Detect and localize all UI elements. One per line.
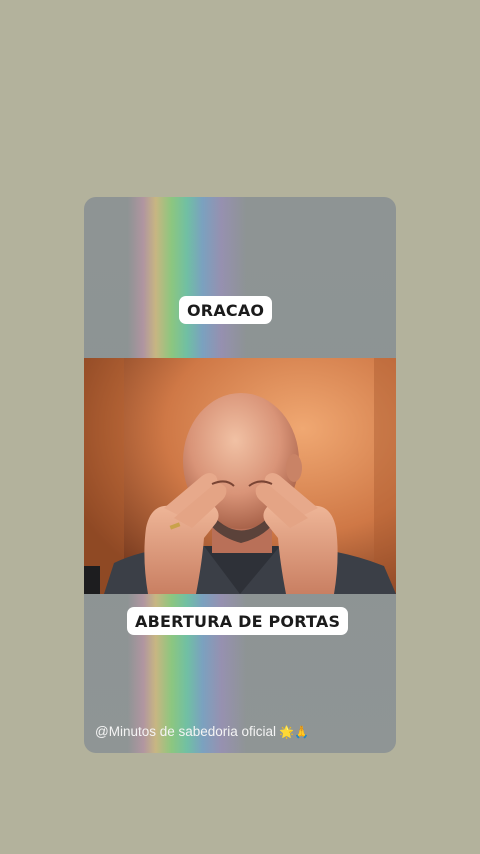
star-prayer-emoji-icon: 🌟🙏 [279,725,309,739]
title-caption: ORACAO [179,296,273,324]
watermark-text: @Minutos de sabedoria oficial [95,724,277,739]
watermark-credit: @Minutos de sabedoria oficial 🌟🙏 [95,724,309,739]
video-frame[interactable] [84,358,396,594]
story-card[interactable]: ORACAO ABERTURA DE PORTAS @Minutos de sa… [84,197,396,753]
subtitle-caption: ABERTURA DE PORTAS [127,607,349,635]
video-thumbnail [84,358,396,594]
